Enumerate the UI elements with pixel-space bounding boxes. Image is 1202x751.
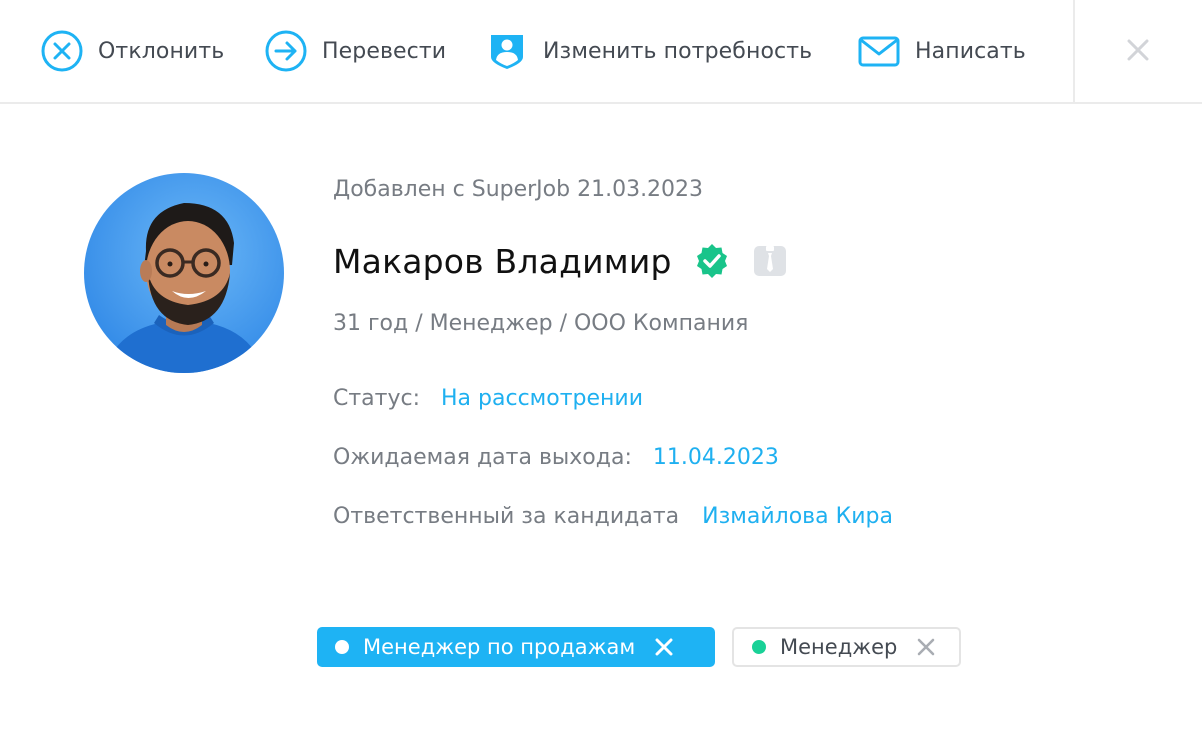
tag-dot <box>335 640 349 654</box>
change-need-button[interactable]: Изменить потребность <box>485 30 812 72</box>
expected-date-row: Ожидаемая дата выхода: 11.04.2023 <box>333 445 779 470</box>
vacancy-tag-active[interactable]: Менеджер по продажам <box>317 627 715 667</box>
tag-dot <box>752 640 766 654</box>
write-message-label: Написать <box>915 38 1026 64</box>
action-toolbar: Отклонить Перевести Изменить потребность <box>0 0 1202 104</box>
responsible-value-link[interactable]: Измайлова Кира <box>702 504 893 529</box>
candidate-name: Макаров Владимир <box>333 241 672 281</box>
reject-button[interactable]: Отклонить <box>40 30 224 72</box>
reject-label: Отклонить <box>98 38 225 64</box>
added-source-text: Добавлен с SuperJob 21.03.2023 <box>333 177 704 202</box>
candidate-avatar <box>84 173 284 373</box>
status-value-link[interactable]: На рассмотрении <box>441 386 643 411</box>
toolbar-divider <box>1073 0 1075 104</box>
candidate-subtitle: 31 год / Менеджер / ООО Компания <box>333 311 749 336</box>
close-icon <box>1127 39 1149 65</box>
candidate-name-row: Макаров Владимир <box>333 236 788 286</box>
remove-tag-icon[interactable] <box>655 638 673 656</box>
vacancy-tag[interactable]: Менеджер <box>732 627 961 667</box>
circle-x-icon <box>40 29 84 73</box>
status-label: Статус: <box>333 386 421 411</box>
responsible-row: Ответственный за кандидата Измайлова Кир… <box>333 504 893 529</box>
write-message-button[interactable]: Написать <box>857 30 1026 72</box>
tag-label: Менеджер <box>780 635 898 659</box>
transfer-label: Перевести <box>322 38 447 64</box>
close-button[interactable] <box>1118 32 1158 72</box>
tag-label: Менеджер по продажам <box>363 635 636 659</box>
verified-badge-icon <box>694 243 730 279</box>
remove-tag-icon[interactable] <box>917 638 935 656</box>
status-row: Статус: На рассмотрении <box>333 386 643 411</box>
circle-arrow-right-icon <box>264 29 308 73</box>
transfer-button[interactable]: Перевести <box>264 30 446 72</box>
expected-date-label: Ожидаемая дата выхода: <box>333 445 632 470</box>
responsible-label: Ответственный за кандидата <box>333 504 680 529</box>
change-need-label: Изменить потребность <box>543 38 813 64</box>
expected-date-value-link[interactable]: 11.04.2023 <box>653 445 779 470</box>
person-tie-icon[interactable] <box>752 243 788 279</box>
envelope-icon <box>857 29 901 73</box>
shield-person-icon <box>485 29 529 73</box>
